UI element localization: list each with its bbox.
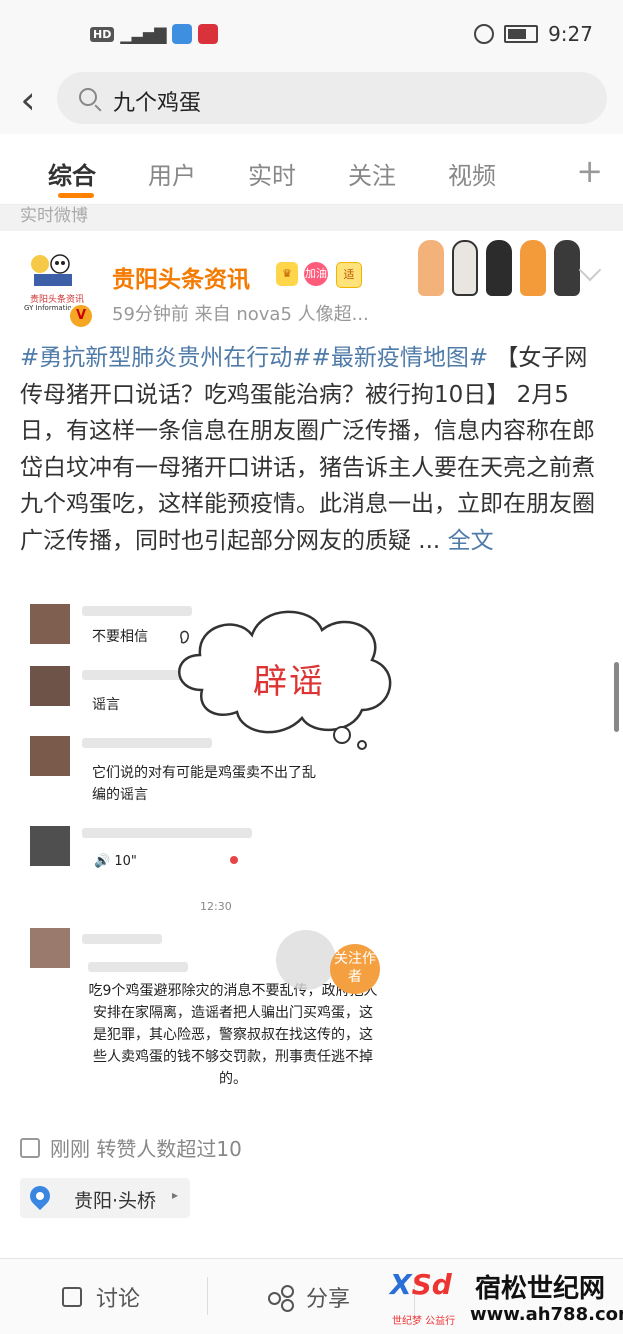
blurred-name <box>82 934 162 944</box>
hd-indicator: HD <box>90 26 115 42</box>
follow-author-badge[interactable]: 关注作者 <box>330 944 380 994</box>
location-text: 贵阳·头桥 <box>74 1190 157 1212</box>
tab-following[interactable]: 关注 <box>348 156 396 191</box>
status-bar: HD ▁▃▅▇ 9:27 <box>0 0 623 70</box>
thumbs-up-icon <box>20 1137 40 1158</box>
tab-users[interactable]: 用户 <box>148 156 196 191</box>
read-more-link[interactable]: 全文 <box>448 528 494 554</box>
search-header: ‹ 九个鸡蛋 <box>0 70 623 134</box>
voice-message: 🔊 10" <box>94 854 137 869</box>
decor-paws <box>418 240 580 296</box>
share-label: 分享 <box>306 1287 351 1312</box>
watermark-sub: 世纪梦 公益行 <box>392 1316 456 1327</box>
status-left: HD ▁▃▅▇ <box>90 24 218 44</box>
hashtag[interactable]: #勇抗新型肺炎贵州在行动# <box>20 345 312 371</box>
blurred-name <box>88 962 188 972</box>
tab-comprehensive[interactable]: 综合 <box>48 156 96 191</box>
chat-message: 不要相信 <box>92 629 148 645</box>
paw-icon <box>554 240 580 296</box>
tab-video[interactable]: 视频 <box>448 156 496 191</box>
active-tab-indicator <box>58 193 94 198</box>
post-menu-chevron-icon[interactable] <box>578 258 602 282</box>
chat-timestamp: 12:30 <box>200 900 232 913</box>
avatar-mascot-icon <box>31 254 72 286</box>
unread-dot <box>230 856 238 864</box>
scrollbar[interactable] <box>614 662 619 732</box>
blurred-avatar <box>30 604 70 644</box>
paw-icon <box>452 240 478 296</box>
add-tab-icon[interactable]: + <box>576 152 603 190</box>
edit-icon <box>62 1287 82 1307</box>
forwarded-message: 吃9个鸡蛋避邪除灾的消息不要乱传，政府把人安排在家隔离，造谣者把人骗出门买鸡蛋，… <box>88 983 378 1087</box>
blurred-name <box>82 828 252 838</box>
watermark-url: www.ah788.com <box>470 1304 623 1325</box>
watermark-title: 宿松世纪网 <box>475 1274 606 1304</box>
post-text: #勇抗新型肺炎贵州在行动##最新疫情地图# 【女子网传母猪开口说话？吃鸡蛋能治病… <box>20 340 600 559</box>
section-header: 实时微博 <box>0 205 623 231</box>
post-image[interactable]: 不要相信 谣言 它们说的对有可能是鸡蛋卖不出了乱编的谣言 🔊 10" 12:30… <box>22 600 417 1118</box>
blurred-avatar <box>30 826 70 866</box>
ghost-avatar <box>276 930 336 990</box>
search-input[interactable]: 九个鸡蛋 <box>57 72 607 124</box>
tab-realtime[interactable]: 实时 <box>248 156 296 191</box>
chevron-right-icon: ▸ <box>172 1188 179 1202</box>
author-name[interactable]: 贵阳头条资讯 <box>112 260 250 294</box>
tab-bar: 综合 用户 实时 关注 视频 + <box>0 140 623 205</box>
share-button[interactable]: 分享 <box>268 1281 350 1313</box>
status-right: 9:27 <box>474 22 593 46</box>
alarm-icon <box>474 24 495 44</box>
search-query[interactable]: 九个鸡蛋 <box>113 85 201 117</box>
chat-message: 谣言 <box>92 697 120 713</box>
app-notification-icon-2 <box>197 24 218 44</box>
blurred-avatar <box>30 928 70 968</box>
search-icon <box>79 88 97 106</box>
share-icon <box>268 1285 294 1312</box>
post-meta: 59分钟前 来自 nova5 人像超... <box>112 304 369 325</box>
app-notification-icon <box>171 24 192 44</box>
blurred-avatar <box>30 736 70 776</box>
section-label: 实时微博 <box>20 206 88 226</box>
shi-badge-icon: 适 <box>336 262 362 288</box>
battery-icon <box>504 25 539 43</box>
location-chip[interactable]: 贵阳·头桥 ▸ <box>20 1178 190 1218</box>
comment-label: 讨论 <box>96 1287 141 1312</box>
signal-icon: ▁▃▅▇ <box>120 24 166 44</box>
chat-message: 它们说的对有可能是鸡蛋卖不出了乱编的谣言 <box>92 765 316 803</box>
location-pin-icon <box>25 1181 55 1211</box>
blurred-avatar <box>30 666 70 706</box>
clock: 9:27 <box>548 22 593 46</box>
divider <box>207 1277 208 1315</box>
post-body-text: 【女子网传母猪开口说话？吃鸡蛋能治病？被行拘10日】 2月5日，有这样一条信息在… <box>20 345 595 554</box>
crown-badge-icon: ♛ <box>276 262 298 286</box>
paw-icon <box>486 240 512 296</box>
back-arrow-icon[interactable]: ‹ <box>14 80 42 120</box>
hashtag[interactable]: #最新疫情地图# <box>312 345 489 371</box>
repost-text: 刚刚 转赞人数超过10 <box>50 1137 242 1161</box>
heart-badge-icon: 加油 <box>304 262 328 286</box>
paw-icon <box>418 240 444 296</box>
comment-button[interactable]: 讨论 <box>62 1281 140 1313</box>
verified-badge-icon: V <box>68 303 94 329</box>
rumor-label: 辟谣 <box>253 662 325 702</box>
paw-icon <box>520 240 546 296</box>
watermark-logo: XSd <box>390 1268 452 1301</box>
repost-info: 刚刚 转赞人数超过10 <box>20 1133 242 1162</box>
